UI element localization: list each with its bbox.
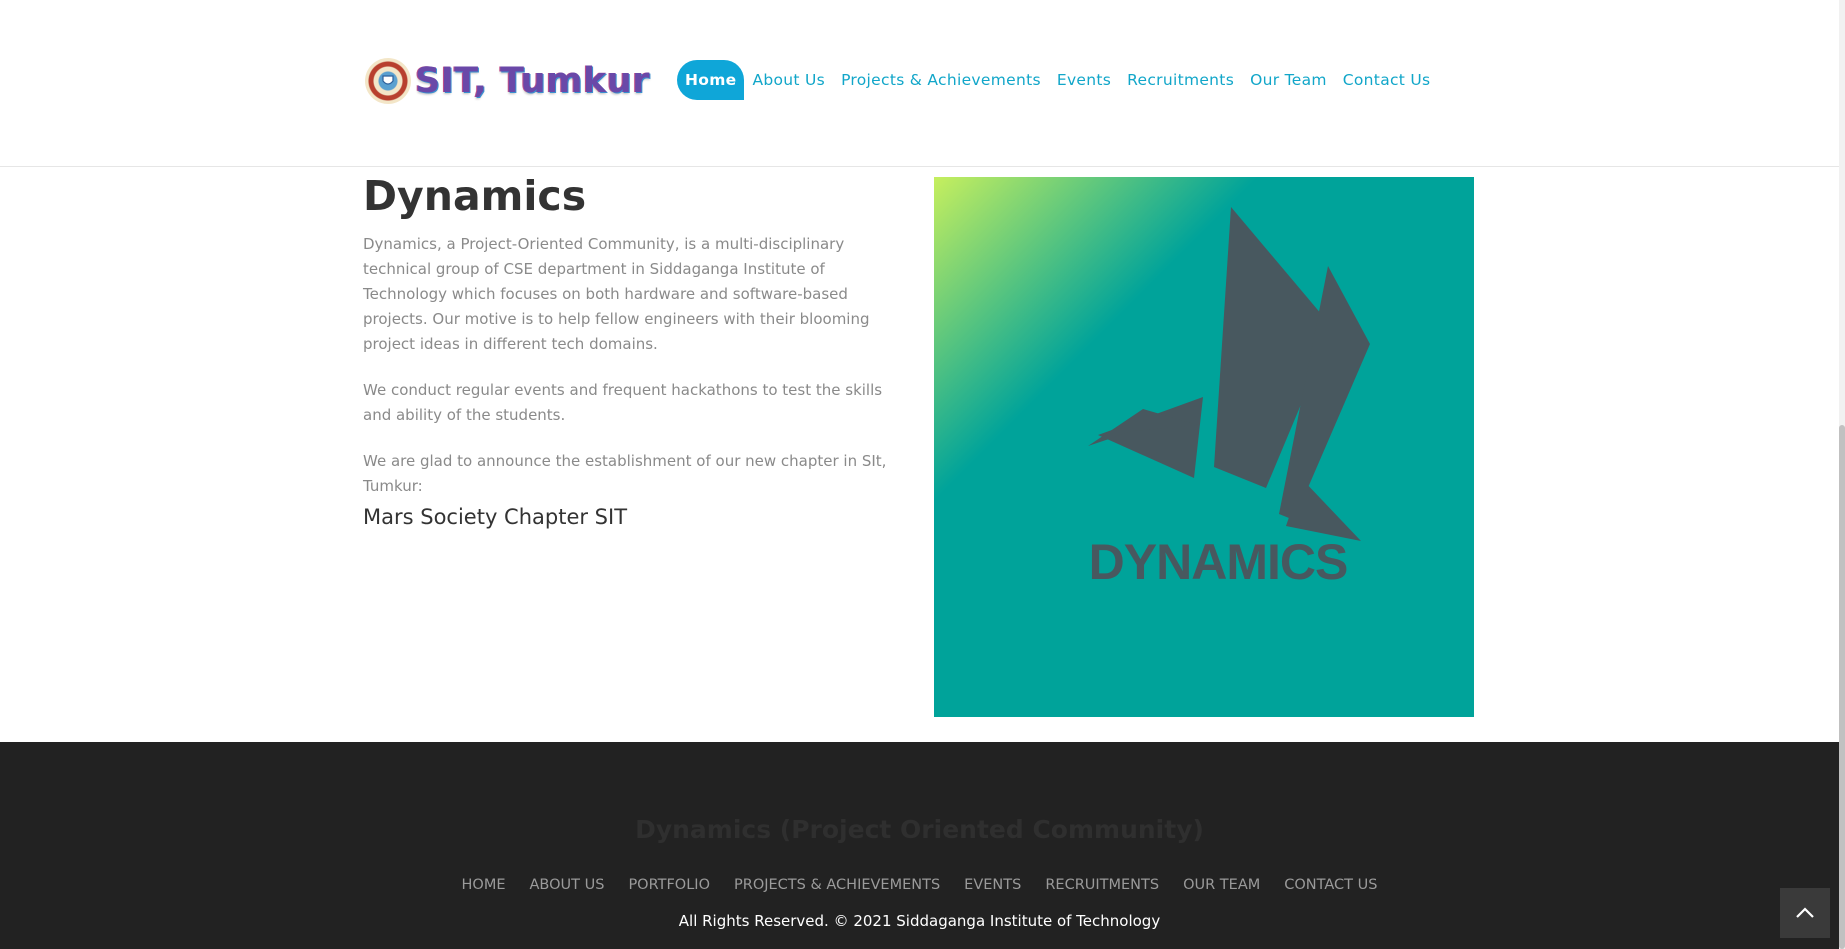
footer-title: Dynamics (Project Oriented Community): [635, 815, 1204, 844]
mars-society-link[interactable]: Mars Society Chapter SIT: [363, 505, 627, 529]
footer-link-portfolio[interactable]: PORTFOLIO: [628, 877, 710, 893]
page-title: Dynamics: [363, 172, 587, 220]
back-to-top-button[interactable]: [1780, 888, 1830, 938]
nav-about-us[interactable]: About Us: [752, 61, 825, 99]
site-logo[interactable]: SIT, Tumkur: [365, 55, 650, 107]
footer-link-about-us[interactable]: ABOUT US: [530, 877, 605, 893]
nav-events[interactable]: Events: [1057, 61, 1111, 99]
footer-link-contact-us[interactable]: CONTACT US: [1284, 877, 1377, 893]
footer-link-recruitments[interactable]: RECRUITMENTS: [1045, 877, 1159, 893]
hero-wordmark: DYNAMICS: [1088, 534, 1349, 590]
nav-recruitments[interactable]: Recruitments: [1127, 61, 1234, 99]
footer-link-our-team[interactable]: OUR TEAM: [1183, 877, 1260, 893]
events-paragraph: We conduct regular events and frequent h…: [363, 381, 883, 424]
site-footer: Dynamics (Project Oriented Community) HO…: [0, 742, 1839, 949]
nav-projects-achievements[interactable]: Projects & Achievements: [841, 61, 1041, 99]
site-header: SIT, Tumkur Home About Us Projects & Ach…: [0, 0, 1839, 167]
footer-link-projects-achievements[interactable]: PROJECTS & ACHIEVEMENTS: [734, 877, 940, 893]
chapter-paragraph: We are glad to announce the establishmen…: [363, 452, 887, 495]
chevron-up-icon: [1796, 907, 1814, 918]
intro-paragraph: Dynamics, a Project-Oriented Community, …: [363, 235, 870, 353]
footer-link-events[interactable]: EVENTS: [964, 877, 1021, 893]
footer-nav: HOME ABOUT US PORTFOLIO PROJECTS & ACHIE…: [0, 877, 1839, 893]
nav-home[interactable]: Home: [677, 60, 745, 100]
main-nav: Home About Us Projects & Achievements Ev…: [677, 60, 1446, 100]
nav-our-team[interactable]: Our Team: [1250, 61, 1327, 99]
copyright-text: All Rights Reserved. © 2021 Siddaganga I…: [678, 912, 1161, 930]
sit-seal-icon: [365, 58, 411, 104]
footer-link-home[interactable]: HOME: [462, 877, 506, 893]
dynamics-bird-icon: [1088, 207, 1370, 541]
logo-text: SIT, Tumkur: [415, 61, 650, 101]
dynamics-logo-image: DYNAMICS: [934, 177, 1474, 717]
scrollbar-thumb[interactable]: [1839, 425, 1845, 949]
nav-contact-us[interactable]: Contact Us: [1343, 61, 1431, 99]
